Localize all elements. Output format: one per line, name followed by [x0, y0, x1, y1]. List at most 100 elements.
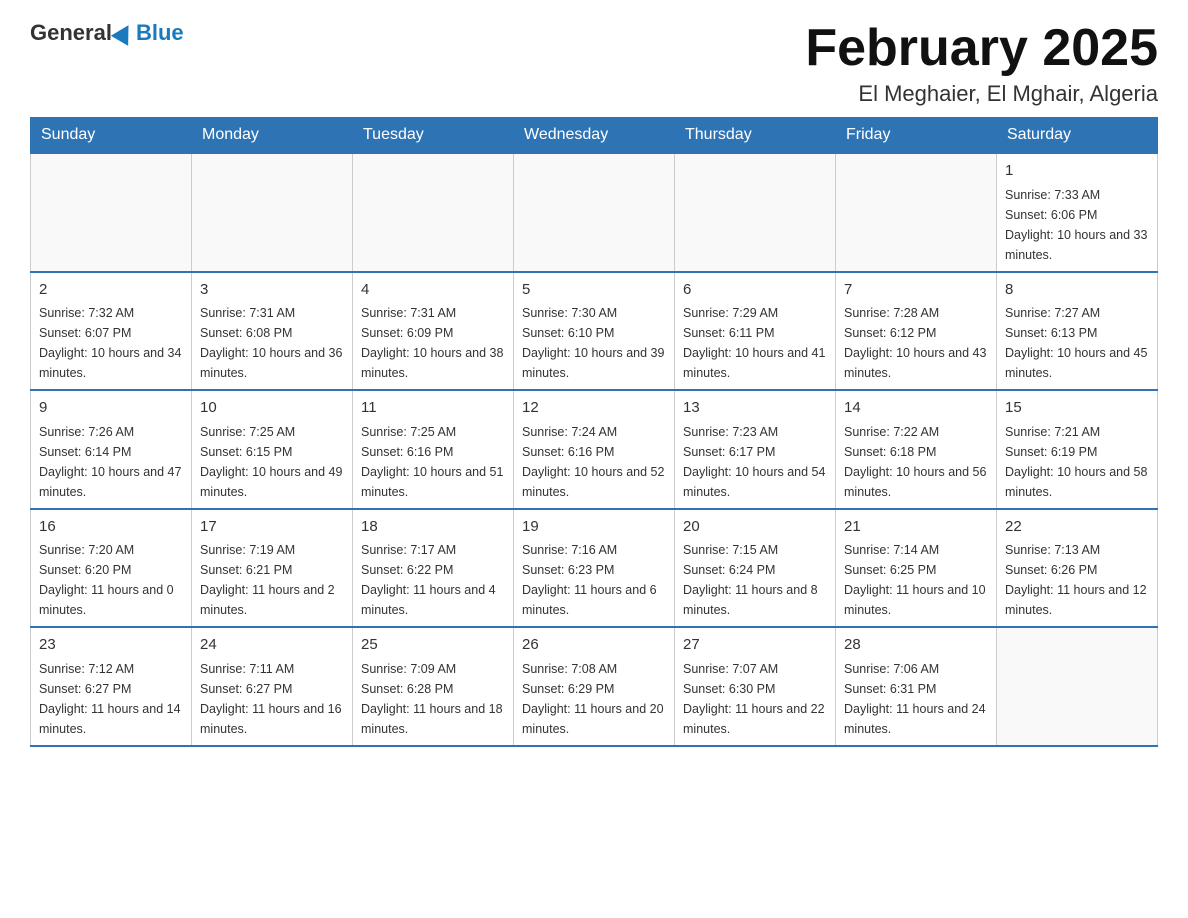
column-header-thursday: Thursday [675, 118, 836, 154]
week-row-3: 9Sunrise: 7:26 AMSunset: 6:14 PMDaylight… [31, 390, 1158, 509]
calendar-cell: 15Sunrise: 7:21 AMSunset: 6:19 PMDayligh… [997, 390, 1158, 509]
calendar-cell: 7Sunrise: 7:28 AMSunset: 6:12 PMDaylight… [836, 272, 997, 391]
day-info: Sunrise: 7:11 AMSunset: 6:27 PMDaylight:… [200, 659, 344, 739]
calendar-cell: 13Sunrise: 7:23 AMSunset: 6:17 PMDayligh… [675, 390, 836, 509]
calendar-header-row: SundayMondayTuesdayWednesdayThursdayFrid… [31, 118, 1158, 154]
day-info: Sunrise: 7:30 AMSunset: 6:10 PMDaylight:… [522, 303, 666, 383]
day-info: Sunrise: 7:27 AMSunset: 6:13 PMDaylight:… [1005, 303, 1149, 383]
day-number: 17 [200, 516, 344, 539]
calendar-cell [836, 153, 997, 272]
day-info: Sunrise: 7:25 AMSunset: 6:15 PMDaylight:… [200, 422, 344, 502]
logo-general-text: General [30, 20, 112, 46]
title-block: February 2025 El Meghaier, El Mghair, Al… [805, 20, 1158, 107]
week-row-4: 16Sunrise: 7:20 AMSunset: 6:20 PMDayligh… [31, 509, 1158, 628]
logo-blue-text: Blue [136, 20, 184, 46]
calendar-cell [31, 153, 192, 272]
calendar-cell: 5Sunrise: 7:30 AMSunset: 6:10 PMDaylight… [514, 272, 675, 391]
calendar-cell: 27Sunrise: 7:07 AMSunset: 6:30 PMDayligh… [675, 627, 836, 746]
calendar-cell: 22Sunrise: 7:13 AMSunset: 6:26 PMDayligh… [997, 509, 1158, 628]
calendar-cell: 12Sunrise: 7:24 AMSunset: 6:16 PMDayligh… [514, 390, 675, 509]
day-info: Sunrise: 7:08 AMSunset: 6:29 PMDaylight:… [522, 659, 666, 739]
calendar-cell: 18Sunrise: 7:17 AMSunset: 6:22 PMDayligh… [353, 509, 514, 628]
day-number: 11 [361, 397, 505, 420]
day-number: 4 [361, 279, 505, 302]
column-header-tuesday: Tuesday [353, 118, 514, 154]
calendar-cell [353, 153, 514, 272]
day-info: Sunrise: 7:15 AMSunset: 6:24 PMDaylight:… [683, 540, 827, 620]
calendar-cell [675, 153, 836, 272]
day-number: 10 [200, 397, 344, 420]
calendar-table: SundayMondayTuesdayWednesdayThursdayFrid… [30, 117, 1158, 747]
day-info: Sunrise: 7:20 AMSunset: 6:20 PMDaylight:… [39, 540, 183, 620]
column-header-monday: Monday [192, 118, 353, 154]
month-title: February 2025 [805, 20, 1158, 77]
day-number: 6 [683, 279, 827, 302]
column-header-wednesday: Wednesday [514, 118, 675, 154]
calendar-cell: 10Sunrise: 7:25 AMSunset: 6:15 PMDayligh… [192, 390, 353, 509]
calendar-cell: 20Sunrise: 7:15 AMSunset: 6:24 PMDayligh… [675, 509, 836, 628]
day-info: Sunrise: 7:17 AMSunset: 6:22 PMDaylight:… [361, 540, 505, 620]
day-info: Sunrise: 7:22 AMSunset: 6:18 PMDaylight:… [844, 422, 988, 502]
day-number: 9 [39, 397, 183, 420]
day-number: 16 [39, 516, 183, 539]
calendar-cell: 26Sunrise: 7:08 AMSunset: 6:29 PMDayligh… [514, 627, 675, 746]
calendar-cell: 4Sunrise: 7:31 AMSunset: 6:09 PMDaylight… [353, 272, 514, 391]
column-header-saturday: Saturday [997, 118, 1158, 154]
day-info: Sunrise: 7:21 AMSunset: 6:19 PMDaylight:… [1005, 422, 1149, 502]
day-number: 18 [361, 516, 505, 539]
day-number: 25 [361, 634, 505, 657]
calendar-cell [997, 627, 1158, 746]
day-info: Sunrise: 7:31 AMSunset: 6:08 PMDaylight:… [200, 303, 344, 383]
calendar-cell: 3Sunrise: 7:31 AMSunset: 6:08 PMDaylight… [192, 272, 353, 391]
day-info: Sunrise: 7:19 AMSunset: 6:21 PMDaylight:… [200, 540, 344, 620]
day-number: 8 [1005, 279, 1149, 302]
day-info: Sunrise: 7:28 AMSunset: 6:12 PMDaylight:… [844, 303, 988, 383]
calendar-cell: 14Sunrise: 7:22 AMSunset: 6:18 PMDayligh… [836, 390, 997, 509]
day-number: 19 [522, 516, 666, 539]
day-number: 28 [844, 634, 988, 657]
day-number: 20 [683, 516, 827, 539]
day-number: 23 [39, 634, 183, 657]
day-info: Sunrise: 7:29 AMSunset: 6:11 PMDaylight:… [683, 303, 827, 383]
day-info: Sunrise: 7:09 AMSunset: 6:28 PMDaylight:… [361, 659, 505, 739]
logo: General Blue [30, 20, 184, 46]
day-number: 13 [683, 397, 827, 420]
day-info: Sunrise: 7:32 AMSunset: 6:07 PMDaylight:… [39, 303, 183, 383]
calendar-cell: 17Sunrise: 7:19 AMSunset: 6:21 PMDayligh… [192, 509, 353, 628]
day-info: Sunrise: 7:07 AMSunset: 6:30 PMDaylight:… [683, 659, 827, 739]
calendar-cell [514, 153, 675, 272]
day-info: Sunrise: 7:26 AMSunset: 6:14 PMDaylight:… [39, 422, 183, 502]
day-number: 2 [39, 279, 183, 302]
day-info: Sunrise: 7:13 AMSunset: 6:26 PMDaylight:… [1005, 540, 1149, 620]
day-info: Sunrise: 7:25 AMSunset: 6:16 PMDaylight:… [361, 422, 505, 502]
logo-triangle-icon [111, 20, 137, 46]
calendar-cell: 23Sunrise: 7:12 AMSunset: 6:27 PMDayligh… [31, 627, 192, 746]
day-info: Sunrise: 7:24 AMSunset: 6:16 PMDaylight:… [522, 422, 666, 502]
week-row-1: 1Sunrise: 7:33 AMSunset: 6:06 PMDaylight… [31, 153, 1158, 272]
calendar-cell: 21Sunrise: 7:14 AMSunset: 6:25 PMDayligh… [836, 509, 997, 628]
calendar-cell: 16Sunrise: 7:20 AMSunset: 6:20 PMDayligh… [31, 509, 192, 628]
day-number: 14 [844, 397, 988, 420]
day-info: Sunrise: 7:33 AMSunset: 6:06 PMDaylight:… [1005, 185, 1149, 265]
day-info: Sunrise: 7:06 AMSunset: 6:31 PMDaylight:… [844, 659, 988, 739]
day-number: 22 [1005, 516, 1149, 539]
calendar-cell: 9Sunrise: 7:26 AMSunset: 6:14 PMDaylight… [31, 390, 192, 509]
day-number: 26 [522, 634, 666, 657]
day-info: Sunrise: 7:23 AMSunset: 6:17 PMDaylight:… [683, 422, 827, 502]
day-number: 1 [1005, 160, 1149, 183]
week-row-2: 2Sunrise: 7:32 AMSunset: 6:07 PMDaylight… [31, 272, 1158, 391]
calendar-cell: 11Sunrise: 7:25 AMSunset: 6:16 PMDayligh… [353, 390, 514, 509]
day-number: 27 [683, 634, 827, 657]
day-number: 12 [522, 397, 666, 420]
day-number: 15 [1005, 397, 1149, 420]
day-info: Sunrise: 7:16 AMSunset: 6:23 PMDaylight:… [522, 540, 666, 620]
day-number: 5 [522, 279, 666, 302]
page-header: General Blue February 2025 El Meghaier, … [30, 20, 1158, 107]
calendar-cell: 25Sunrise: 7:09 AMSunset: 6:28 PMDayligh… [353, 627, 514, 746]
calendar-cell: 28Sunrise: 7:06 AMSunset: 6:31 PMDayligh… [836, 627, 997, 746]
day-info: Sunrise: 7:31 AMSunset: 6:09 PMDaylight:… [361, 303, 505, 383]
calendar-cell: 19Sunrise: 7:16 AMSunset: 6:23 PMDayligh… [514, 509, 675, 628]
day-number: 3 [200, 279, 344, 302]
calendar-cell: 2Sunrise: 7:32 AMSunset: 6:07 PMDaylight… [31, 272, 192, 391]
location-title: El Meghaier, El Mghair, Algeria [805, 81, 1158, 107]
